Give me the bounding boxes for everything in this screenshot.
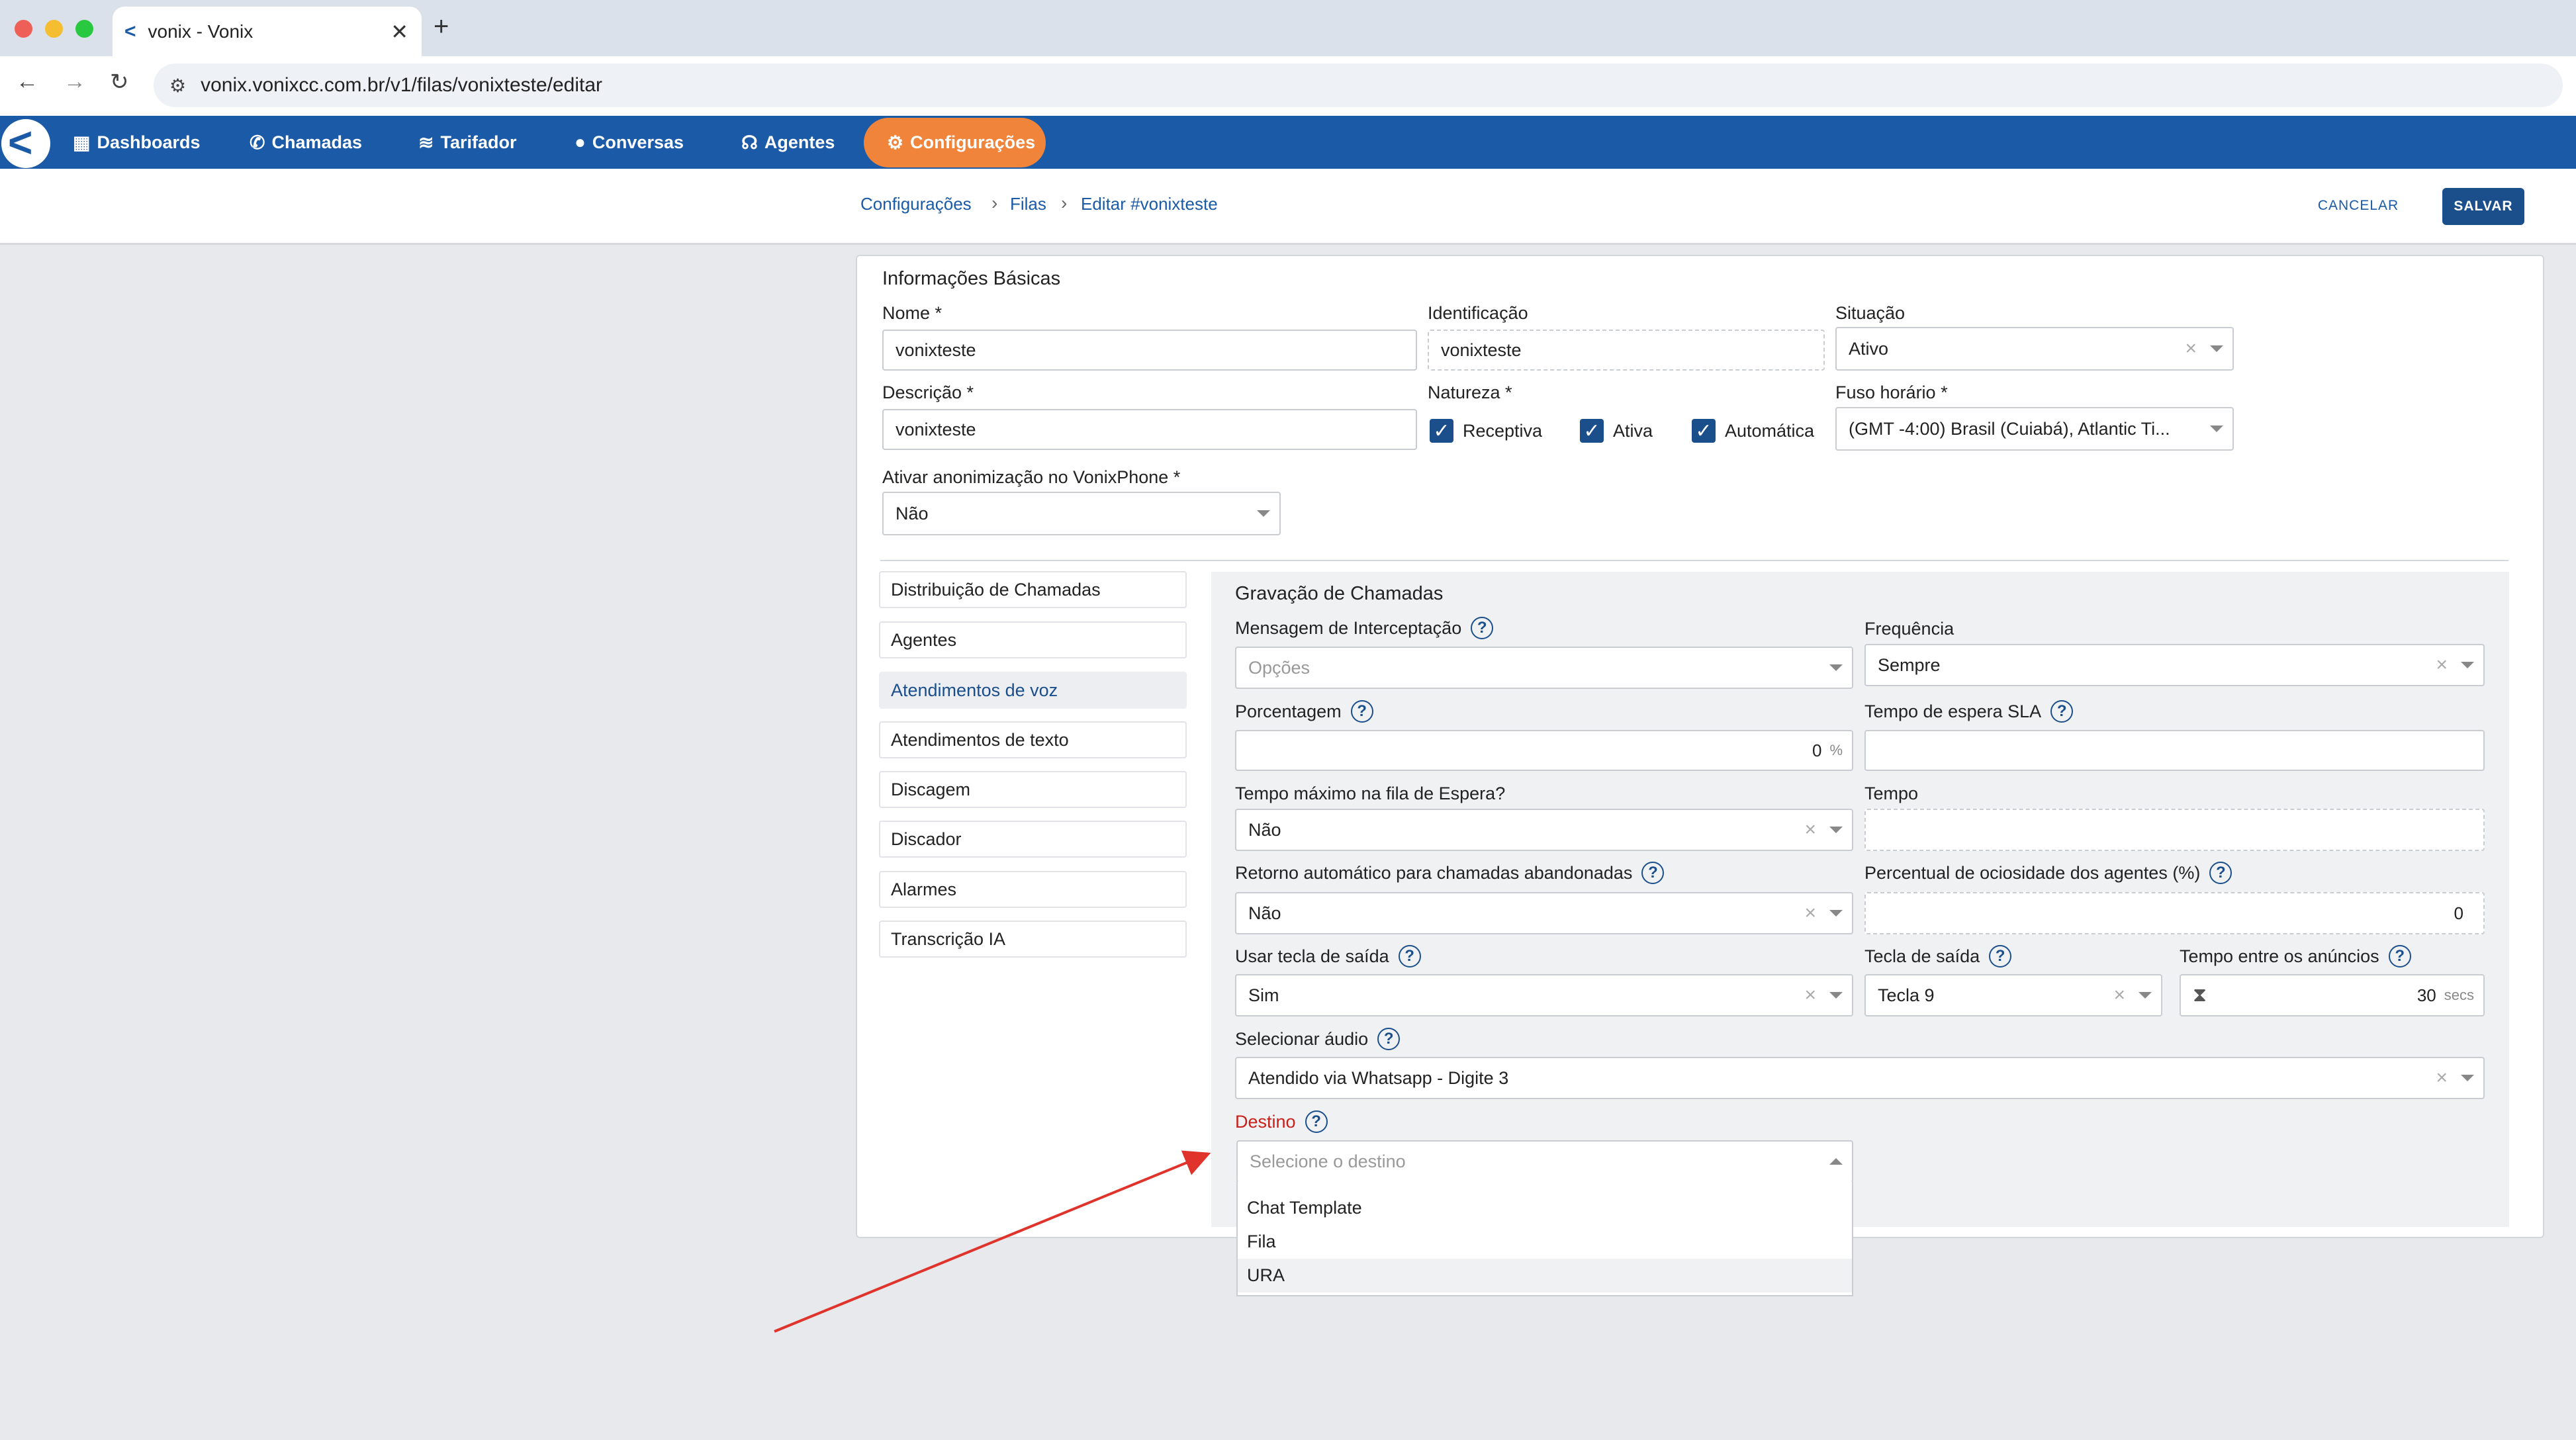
- annotation-arrow: [774, 1150, 1211, 1333]
